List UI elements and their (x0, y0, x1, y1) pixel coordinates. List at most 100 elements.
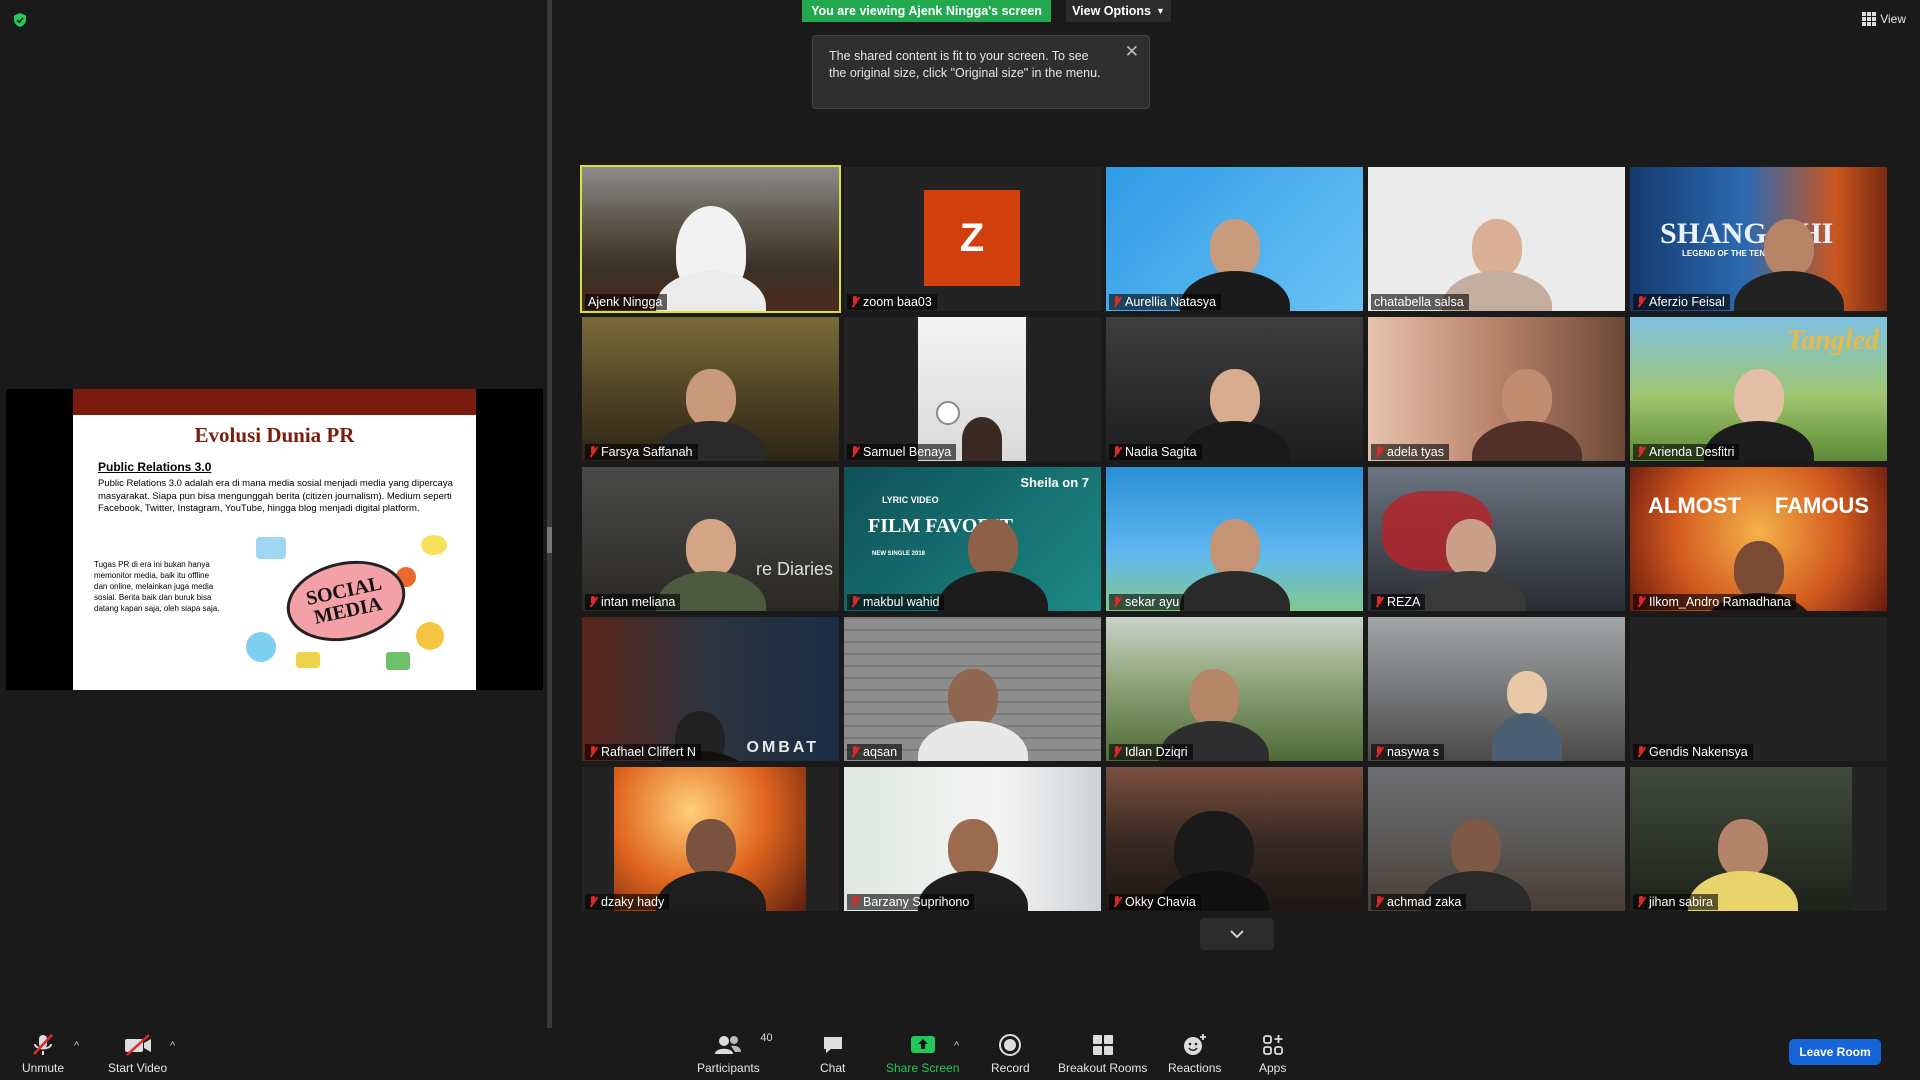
record-icon (999, 1034, 1022, 1056)
participant-video (933, 501, 1053, 611)
participant-name: makbul wahid (863, 595, 940, 609)
video-tile[interactable]: LYRIC VIDEO FILM FAVORIT NEW SINGLE 2018… (844, 467, 1101, 611)
mic-muted-icon (1374, 446, 1384, 458)
mic-muted-icon (1112, 446, 1122, 458)
participant-video (1411, 501, 1531, 611)
video-tile[interactable]: Okky Chavia (1106, 767, 1363, 911)
mic-muted-icon (850, 746, 860, 758)
participant-name: zoom baa03 (863, 295, 932, 309)
share-options-caret[interactable]: ^ (954, 1040, 959, 1052)
participant-video (1467, 651, 1587, 761)
audio-options-caret[interactable]: ^ (74, 1040, 79, 1052)
panel-divider[interactable] (547, 0, 552, 1028)
chevron-down-icon (1230, 930, 1244, 939)
video-tile[interactable]: dzaky hady (582, 767, 839, 911)
participant-video (1729, 201, 1849, 311)
shared-screen[interactable]: Evolusi Dunia PR Public Relations 3.0 Pu… (6, 389, 543, 690)
video-tile[interactable]: ALMOST FAMOUS Ilkom_Andro Ramadhana (1630, 467, 1887, 611)
video-tile[interactable]: OMBAT Rafhael Cliffert N (582, 617, 839, 761)
chat-button[interactable]: Chat (820, 1032, 845, 1075)
breakout-rooms-button[interactable]: Breakout Rooms (1058, 1032, 1147, 1075)
mic-muted-icon (850, 446, 860, 458)
share-screen-button[interactable]: Share Screen (886, 1032, 959, 1075)
avatar: Z (924, 190, 1020, 286)
participant-name: nasywa s (1387, 745, 1440, 759)
video-options-caret[interactable]: ^ (170, 1040, 175, 1052)
mic-muted-icon (1636, 296, 1646, 308)
leave-room-button[interactable]: Leave Room (1789, 1039, 1881, 1065)
mic-muted-icon (1636, 596, 1646, 608)
video-tile[interactable]: Nadia Sagita (1106, 317, 1363, 461)
record-button[interactable]: Record (991, 1032, 1030, 1075)
start-video-button[interactable]: Start Video (108, 1032, 167, 1075)
video-tile[interactable]: SHANG-CHI LEGEND OF THE TEN RINGS Aferzi… (1630, 167, 1887, 311)
poster-artist: Sheila on 7 (1020, 475, 1089, 490)
video-tile[interactable]: jihan sabira (1630, 767, 1887, 911)
view-layout-button[interactable]: View (1862, 12, 1906, 26)
start-video-label: Start Video (108, 1061, 168, 1075)
encryption-shield-icon[interactable] (13, 13, 27, 27)
mic-muted-icon (1112, 746, 1122, 758)
mic-muted-icon (588, 596, 598, 608)
video-tile[interactable]: achmad zaka (1368, 767, 1625, 911)
unmute-button[interactable]: Unmute (22, 1032, 64, 1075)
share-screen-label: Share Screen (886, 1061, 960, 1075)
participant-name: Aferzio Feisal (1649, 295, 1725, 309)
apps-label: Apps (1259, 1061, 1287, 1075)
video-tile[interactable]: Idlan Dziqri (1106, 617, 1363, 761)
participant-name: intan meliana (601, 595, 676, 609)
video-tile[interactable]: chatabella salsa (1368, 167, 1625, 311)
video-tile[interactable]: Gendis Nakensya (1630, 617, 1887, 761)
poster-label: LYRIC VIDEO (882, 495, 939, 505)
video-tile[interactable]: Z zoom baa03 (844, 167, 1101, 311)
resize-handle[interactable] (547, 527, 552, 553)
mic-muted-icon (33, 1034, 53, 1055)
view-options-button[interactable]: View Options ▼ (1066, 0, 1171, 22)
participant-name-tag: Farsya Saffanah (585, 444, 698, 460)
participant-name-tag: nasywa s (1371, 744, 1445, 760)
mic-muted-icon (1636, 746, 1646, 758)
video-tile[interactable]: Barzany Suprihono (844, 767, 1101, 911)
video-tile[interactable]: re Diaries intan meliana (582, 467, 839, 611)
smiley-icon (1183, 1034, 1206, 1055)
participant-name-tag: Barzany Suprihono (847, 894, 975, 910)
video-tile[interactable]: REZA (1368, 467, 1625, 611)
participant-name: Nadia Sagita (1125, 445, 1197, 459)
chevron-down-icon: ▼ (1156, 6, 1165, 16)
participant-name: REZA (1387, 595, 1421, 609)
participants-label: Participants (697, 1061, 760, 1075)
video-tile[interactable]: Ajenk Ningga (580, 165, 841, 313)
participant-name-tag: REZA (1371, 594, 1426, 610)
participant-video (651, 201, 771, 311)
video-tile[interactable]: nasywa s (1368, 617, 1625, 761)
mic-muted-icon (1112, 896, 1122, 908)
participant-name: Samuel Benaya (863, 445, 952, 459)
video-tile[interactable]: adela tyas (1368, 317, 1625, 461)
video-tile[interactable]: aqsan (844, 617, 1101, 761)
video-tile[interactable]: Aurellia Natasya (1106, 167, 1363, 311)
slide-subtitle: Public Relations 3.0 (98, 460, 212, 474)
participant-name: Barzany Suprihono (863, 895, 970, 909)
participant-name-tag: dzaky hady (585, 894, 670, 910)
video-grid: Ajenk Ningga Z zoom baa03 Aurellia Natas… (580, 165, 1887, 911)
participant-name: Ilkom_Andro Ramadhana (1649, 595, 1791, 609)
reactions-button[interactable]: Reactions (1168, 1032, 1221, 1075)
participants-button[interactable]: 40 Participants (697, 1032, 773, 1075)
participant-name: Idlan Dziqri (1125, 745, 1188, 759)
video-tile[interactable]: Tangled Arienda Desfitri (1630, 317, 1887, 461)
video-tile[interactable]: sekar ayu (1106, 467, 1363, 611)
participant-name-tag: adela tyas (1371, 444, 1449, 460)
participant-name-tag: makbul wahid (847, 594, 945, 610)
participant-name: Rafhael Cliffert N (601, 745, 696, 759)
close-icon[interactable]: ✕ (1125, 43, 1139, 60)
video-tile[interactable]: Farsya Saffanah (582, 317, 839, 461)
participant-name-tag: aqsan (847, 744, 903, 760)
mic-muted-icon (1374, 596, 1384, 608)
participant-name-tag: Idlan Dziqri (1109, 744, 1193, 760)
unmute-label: Unmute (22, 1061, 65, 1075)
participant-name: aqsan (863, 745, 898, 759)
video-tile[interactable]: Samuel Benaya (844, 317, 1101, 461)
participant-video (913, 651, 1033, 761)
next-page-button[interactable] (1200, 918, 1274, 950)
apps-button[interactable]: Apps (1259, 1032, 1286, 1075)
